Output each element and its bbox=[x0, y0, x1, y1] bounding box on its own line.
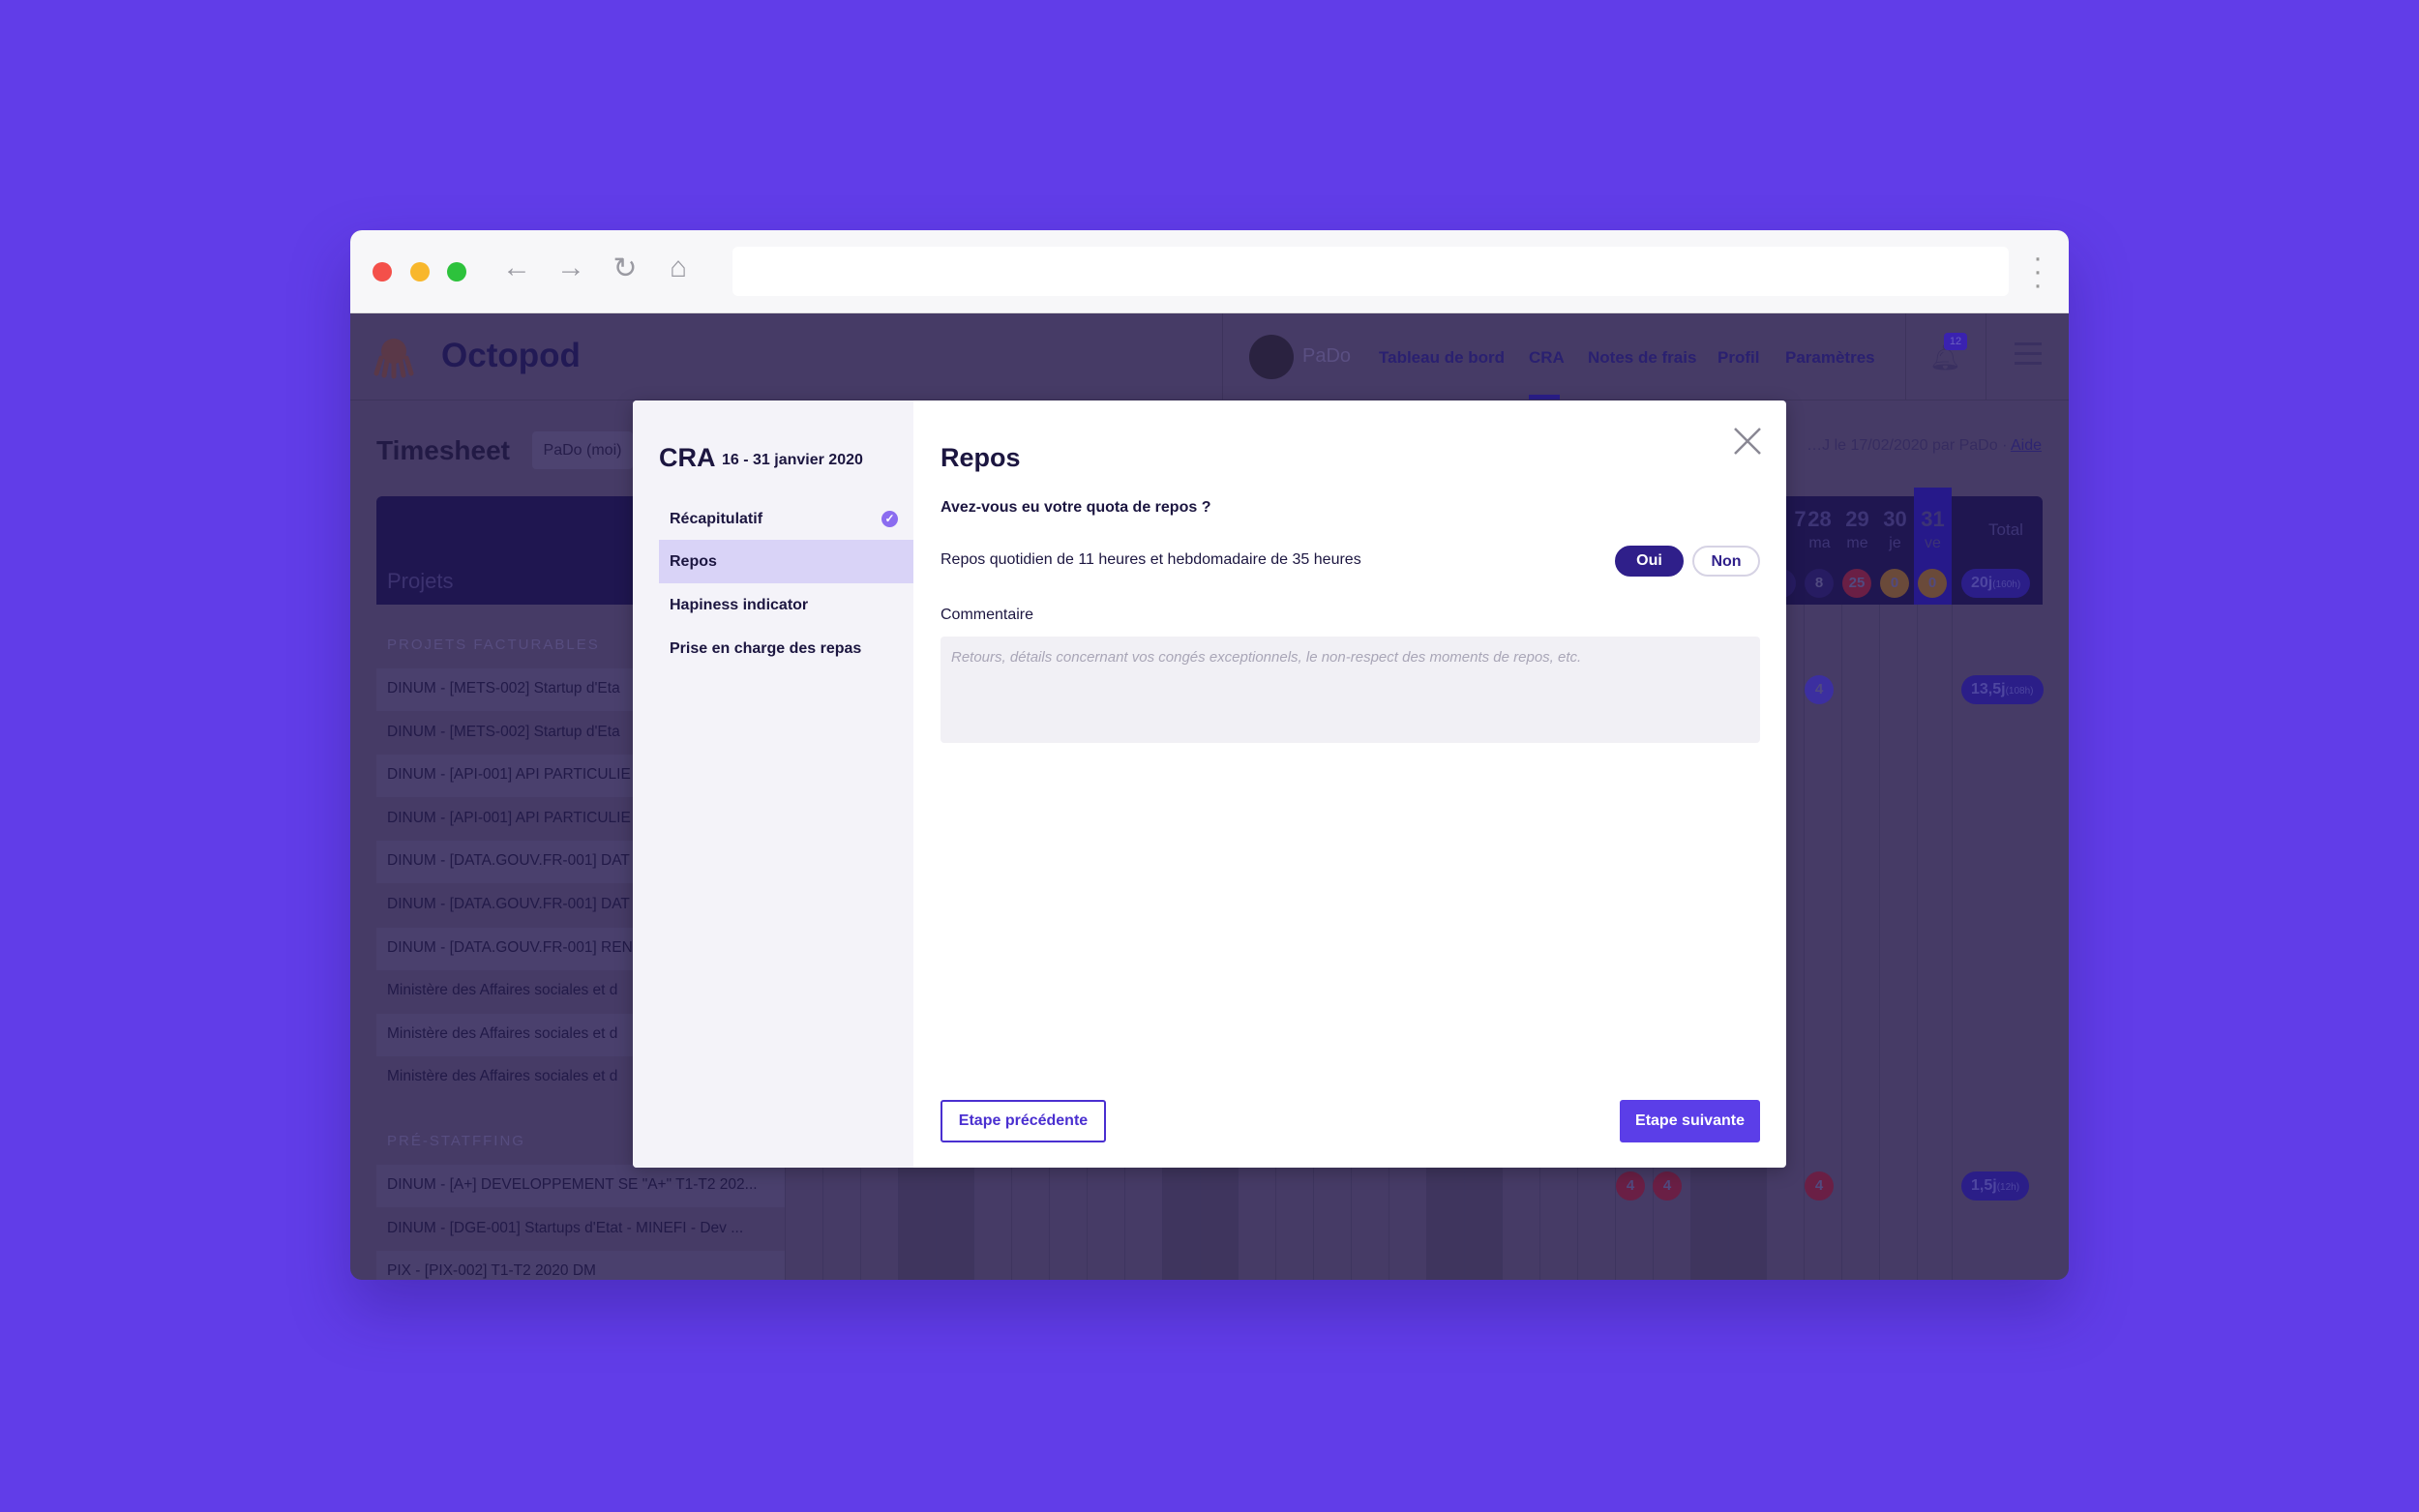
browser-window: ← → ↻ ⌂ · · · Octopod PaDo Tableau de bord… bbox=[350, 230, 2069, 1280]
kebab-menu-icon[interactable]: · · · bbox=[2031, 244, 2045, 300]
day-total-badge: 0 bbox=[1918, 569, 1947, 598]
reload-icon[interactable]: ↻ bbox=[606, 252, 644, 285]
home-icon[interactable]: ⌂ bbox=[659, 252, 698, 284]
nav-notes-de-frais[interactable]: Notes de frais bbox=[1588, 348, 1696, 368]
project-label: DINUM - [A+] DEVELOPPEMENT SE "A+" T1-T2… bbox=[387, 1176, 758, 1193]
day-number: 30 bbox=[1883, 507, 1907, 531]
comment-textarea[interactable] bbox=[941, 637, 1760, 743]
previous-step-button[interactable]: Etape précédente bbox=[941, 1100, 1106, 1142]
step-recapitulatif[interactable]: Récapitulatif ✓ bbox=[659, 497, 913, 541]
step-hapiness-indicator[interactable]: Hapiness indicator bbox=[659, 583, 913, 627]
step-repos[interactable]: Repos bbox=[659, 540, 913, 583]
project-label: PIX - [PIX-002] T1-T2 2020 DM bbox=[387, 1262, 596, 1280]
row-total-pill: 13,5j(108h) bbox=[1961, 675, 2044, 704]
user-selector[interactable]: PaDo (moi) bbox=[532, 431, 633, 469]
grand-total-pill: 20j(160h) bbox=[1961, 569, 2031, 598]
step-label: Récapitulatif bbox=[670, 511, 763, 527]
day-number: 29 bbox=[1845, 507, 1869, 531]
total-days: 20j bbox=[1971, 575, 1993, 591]
active-nav-indicator bbox=[1529, 395, 1560, 400]
last-update-text: …J le 17/02/2020 par PaDo bbox=[1807, 437, 1998, 454]
row-total-hours: (12h) bbox=[1996, 1182, 2020, 1193]
check-circle-icon: ✓ bbox=[881, 511, 898, 527]
total-header: Total bbox=[1988, 520, 2023, 539]
maximize-window-dot[interactable] bbox=[447, 262, 466, 282]
nav-cra[interactable]: CRA bbox=[1529, 348, 1565, 368]
modal-period: 16 - 31 janvier 2020 bbox=[722, 452, 863, 468]
day-name: me bbox=[1846, 535, 1868, 551]
yes-toggle[interactable]: Oui bbox=[1615, 546, 1684, 577]
step-prise-en-charge-repas[interactable]: Prise en charge des repas bbox=[659, 627, 913, 670]
projects-column-header: Projets bbox=[387, 569, 454, 593]
grid-column bbox=[1879, 605, 1917, 1280]
cra-modal: CRA 16 - 31 janvier 2020 Récapitulatif ✓ … bbox=[633, 400, 1786, 1168]
browser-toolbar: ← → ↻ ⌂ · · · bbox=[350, 230, 2069, 313]
modal-title: CRA bbox=[659, 443, 716, 472]
project-label: DINUM - [DGE-001] Startups d'Etat - MINE… bbox=[387, 1219, 744, 1236]
project-row[interactable]: DINUM - [DGE-001] Startups d'Etat - MINE… bbox=[376, 1208, 785, 1251]
url-bar[interactable] bbox=[732, 247, 2009, 296]
day-number: 31 bbox=[1921, 507, 1945, 531]
step-label: Prise en charge des repas bbox=[670, 640, 862, 657]
row-total-days: 1,5j bbox=[1971, 1177, 1997, 1194]
nav-tableau-de-bord[interactable]: Tableau de bord bbox=[1379, 348, 1505, 368]
row-total-days: 13,5j bbox=[1971, 681, 2006, 697]
no-toggle[interactable]: Non bbox=[1692, 546, 1760, 577]
forward-arrow-icon[interactable]: → bbox=[552, 252, 590, 284]
project-row[interactable]: DINUM - [A+] DEVELOPPEMENT SE "A+" T1-T2… bbox=[376, 1165, 785, 1207]
project-row[interactable]: PIX - [PIX-002] T1-T2 2020 DM bbox=[376, 1251, 785, 1280]
avatar[interactable] bbox=[1249, 335, 1294, 379]
rest-statement: Repos quotidien de 11 heures et hebdomad… bbox=[941, 551, 1361, 568]
next-step-button[interactable]: Etape suivante bbox=[1620, 1100, 1760, 1142]
section-title: Repos bbox=[941, 443, 1021, 472]
back-arrow-icon[interactable]: ← bbox=[497, 252, 536, 284]
nav-profil[interactable]: Profil bbox=[1717, 348, 1759, 368]
day-number: 28 bbox=[1807, 507, 1832, 531]
total-hours: (160h) bbox=[1992, 579, 2021, 590]
separator: · bbox=[2002, 437, 2008, 454]
close-icon[interactable] bbox=[1732, 426, 1763, 457]
user-name[interactable]: PaDo bbox=[1302, 345, 1351, 368]
cell-value-badge: 4 bbox=[1653, 1171, 1682, 1201]
step-label: Hapiness indicator bbox=[670, 597, 809, 613]
day-name: ve bbox=[1925, 535, 1941, 551]
app-logo-text[interactable]: Octopod bbox=[441, 337, 581, 375]
page-title: Timesheet bbox=[376, 435, 510, 465]
day-total-badge: 25 bbox=[1842, 569, 1871, 598]
section-title: PRÉ-STATFFING bbox=[387, 1133, 525, 1149]
octopus-logo-icon bbox=[372, 335, 416, 379]
steps-sidebar: CRA 16 - 31 janvier 2020 Récapitulatif ✓ … bbox=[633, 400, 913, 1168]
day-name: je bbox=[1889, 535, 1901, 551]
grid-column bbox=[1917, 605, 1955, 1280]
notification-badge: 12 bbox=[1944, 333, 1967, 350]
hamburger-menu-icon[interactable] bbox=[2015, 342, 2042, 365]
step-label: Repos bbox=[670, 553, 717, 570]
minimize-window-dot[interactable] bbox=[410, 262, 430, 282]
comment-label: Commentaire bbox=[941, 607, 1034, 623]
timesheet-meta: …J le 17/02/2020 par PaDo · Aide bbox=[1807, 437, 2042, 455]
cell-value-badge: 4 bbox=[1616, 1171, 1645, 1201]
row-total-hours: (108h) bbox=[2005, 686, 2034, 697]
nav-parametres[interactable]: Paramètres bbox=[1785, 348, 1875, 368]
cell-value-badge: 4 bbox=[1805, 1171, 1834, 1201]
help-link[interactable]: Aide bbox=[2011, 437, 2042, 454]
close-window-dot[interactable] bbox=[373, 262, 392, 282]
grid-column bbox=[1841, 605, 1879, 1280]
cell-value-badge: 4 bbox=[1805, 675, 1834, 704]
rest-question: Avez-vous eu votre quota de repos ? bbox=[941, 499, 1211, 516]
row-total-pill: 1,5j(12h) bbox=[1961, 1171, 2030, 1201]
day-total-badge: 0 bbox=[1880, 569, 1909, 598]
section-title: PROJETS FACTURABLES bbox=[387, 637, 600, 653]
day-total-badge: 8 bbox=[1805, 569, 1834, 598]
day-name: ma bbox=[1808, 535, 1831, 551]
app-header: Octopod PaDo Tableau de bord CRA Notes d… bbox=[350, 313, 2069, 400]
